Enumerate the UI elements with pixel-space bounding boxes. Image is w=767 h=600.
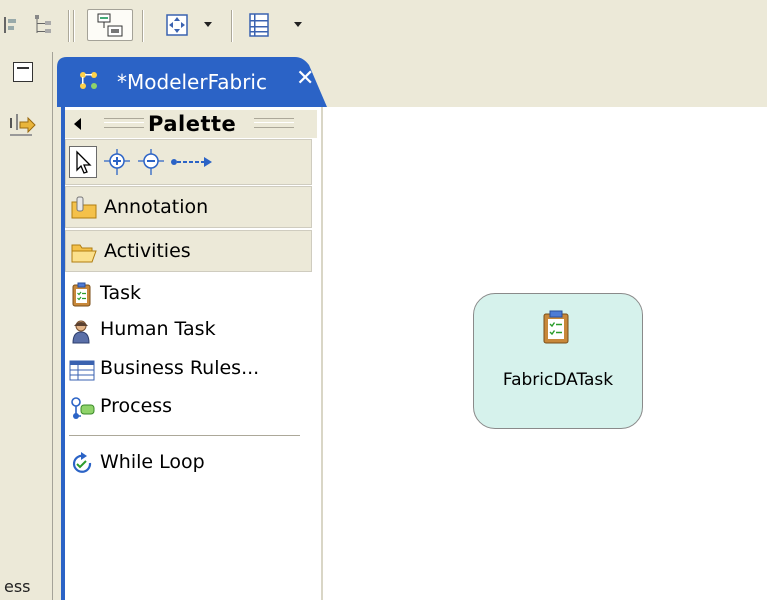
entry-label: Business Rules...: [100, 357, 260, 379]
palette-grip-left[interactable]: [104, 118, 144, 128]
loop-icon: [73, 452, 92, 473]
person-icon: [72, 320, 90, 344]
node-layout-icon[interactable]: [87, 9, 133, 41]
zoom-fit-icon[interactable]: [157, 9, 197, 41]
table-icon: [69, 360, 95, 381]
outline-view-icon[interactable]: [8, 112, 36, 142]
open-folder-icon: [71, 244, 97, 263]
toolbar-separator: [231, 10, 233, 42]
list-view-icon[interactable]: [244, 9, 274, 41]
list-dropdown-chevron-icon[interactable]: [294, 22, 302, 27]
task-clipboard-icon: [72, 282, 91, 307]
hierarchy-icon[interactable]: [29, 9, 59, 41]
palette-drawer-activities[interactable]: Activities: [65, 230, 312, 272]
zoom-out-icon[interactable]: [138, 148, 166, 176]
entry-label: Process: [100, 395, 173, 417]
palette-tools-row: [65, 139, 312, 185]
collapse-palette-arrow-icon[interactable]: [74, 118, 81, 130]
entry-label: Task: [100, 282, 142, 304]
palette-title: Palette: [148, 112, 237, 136]
toolbar-separator: [142, 10, 144, 42]
toolbar-separator: [73, 10, 75, 42]
drawer-label: Activities: [104, 240, 191, 262]
palette-drawer-annotation[interactable]: Annotation: [65, 186, 312, 228]
process-icon: [71, 397, 95, 419]
zoom-dropdown-chevron-icon[interactable]: [204, 22, 212, 27]
palette-grip-right[interactable]: [254, 118, 294, 128]
toolbar-separator: [68, 10, 70, 42]
select-arrow-icon[interactable]: [69, 146, 97, 178]
entry-label: Human Task: [100, 318, 216, 340]
main-toolbar: [0, 0, 767, 52]
align-left-icon[interactable]: [0, 9, 20, 41]
palette-separator: [69, 435, 300, 437]
task-node-label: FabricDATask: [502, 370, 614, 390]
diagram-editor-icon: [78, 70, 102, 92]
minimize-view-button[interactable]: [13, 62, 33, 82]
drawer-label: Annotation: [104, 196, 209, 218]
task-clipboard-icon: [543, 310, 569, 344]
editor-tab-title: *ModelerFabric: [117, 70, 267, 94]
zoom-in-icon[interactable]: [104, 148, 132, 176]
connection-icon[interactable]: [170, 152, 214, 172]
annotation-folder-icon: [71, 196, 97, 219]
truncated-view-label: ess: [4, 577, 31, 596]
close-icon[interactable]: ✕: [296, 66, 314, 91]
entry-label: While Loop: [100, 451, 205, 473]
